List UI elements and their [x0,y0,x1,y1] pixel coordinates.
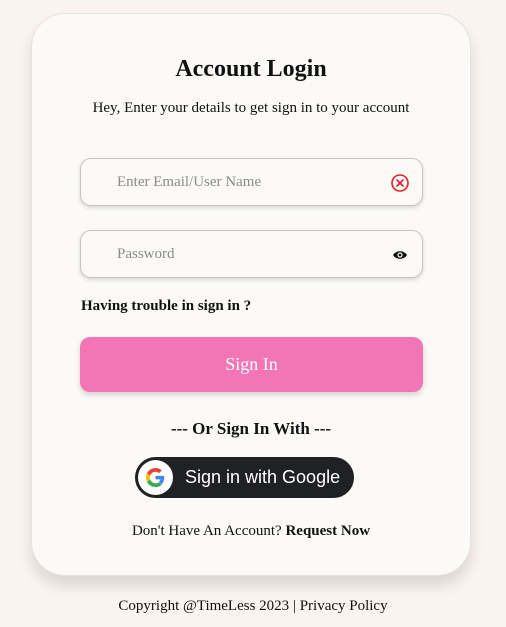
password-input[interactable] [117,243,377,265]
email-field-container [80,158,423,206]
privacy-policy-link[interactable]: Privacy Policy [300,598,388,614]
google-button-label: Sign in with Google [185,467,341,487]
login-card: Account Login Hey, Enter your details to… [31,13,471,576]
google-logo-badge [138,460,173,495]
clear-icon[interactable] [390,173,410,193]
no-account-line: Don't Have An Account? Request Now [32,523,470,540]
email-input[interactable] [117,171,377,193]
trouble-signin-link[interactable]: Having trouble in sign in ? [81,298,251,315]
footer: Copyright @TimeLess 2023 | Privacy Polic… [0,598,506,615]
eye-icon[interactable] [392,248,408,262]
page-title: Account Login [175,56,327,82]
no-account-text: Don't Have An Account? [131,523,282,539]
password-field-container [80,230,423,278]
google-sign-in-button[interactable]: Sign in with Google [135,457,354,498]
google-logo-icon [146,468,165,487]
request-now-link[interactable]: Request Now [285,523,370,539]
sign-in-button[interactable]: Sign In [80,337,423,392]
or-sign-in-with-divider: --- Or Sign In With --- [170,419,332,438]
login-subtitle: Hey, Enter your details to get sign in t… [92,100,410,116]
copyright-text: Copyright @TimeLess 2023 | [118,598,296,614]
